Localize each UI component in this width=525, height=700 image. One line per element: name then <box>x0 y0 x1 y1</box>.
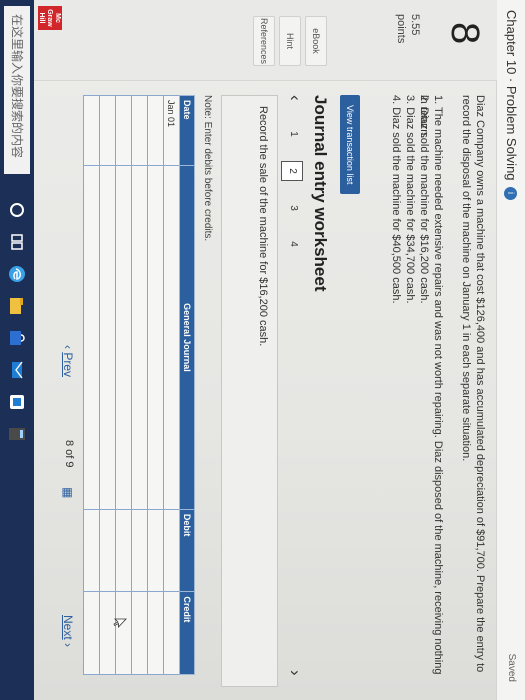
table-row <box>115 95 132 675</box>
mouse-cursor-icon <box>113 618 127 628</box>
question-sidebar: 8 5.55 points eBook Hint References <box>0 0 497 81</box>
debit-cell[interactable] <box>163 509 180 592</box>
table-row <box>131 95 148 675</box>
account-cell[interactable] <box>83 165 100 510</box>
page-indicator: 8 of 9 <box>63 440 75 468</box>
situation-4: 4. Diaz sold the machine for $40,500 cas… <box>390 95 402 304</box>
question-number: 8 <box>443 22 487 45</box>
instruction-box: Record the sale of the machine for $16,2… <box>221 95 278 687</box>
screen: Chapter 10 · Problem Solving i Saved 8 5.… <box>0 0 525 700</box>
chapter-title-text: Chapter 10 · Problem Solving <box>504 10 519 181</box>
date-cell[interactable] <box>99 95 116 166</box>
saved-status: Saved <box>506 653 517 682</box>
date-cell[interactable] <box>115 95 132 166</box>
date-cell[interactable] <box>83 95 100 166</box>
instruction-text: Record the sale of the machine for $16,2… <box>257 106 269 347</box>
credit-cell[interactable] <box>163 591 180 675</box>
mcgraw-hill-logo: Mc Graw Hill <box>38 6 62 30</box>
credit-cell[interactable] <box>115 591 132 675</box>
view-transaction-list-button[interactable]: View transaction list <box>340 95 360 195</box>
date-cell[interactable]: Jan 01 <box>163 95 180 166</box>
debit-cell[interactable] <box>83 509 100 592</box>
account-cell[interactable] <box>131 165 148 510</box>
question-prompt: Diaz Company owns a machine that cost $1… <box>460 95 486 673</box>
entry-tab-2[interactable]: 2 <box>281 161 303 181</box>
windows-taskbar: 在这里输入你要搜索的内容 <box>0 0 34 700</box>
account-cell[interactable] <box>99 165 116 510</box>
next-entry-chevron-icon[interactable]: › <box>285 670 305 676</box>
chapter-title: Chapter 10 · Problem Solving i <box>503 10 519 200</box>
debit-cell[interactable] <box>147 509 164 592</box>
mail-icon[interactable] <box>7 360 27 380</box>
prev-entry-chevron-icon[interactable]: ‹ <box>285 95 305 101</box>
cortana-icon[interactable] <box>7 200 27 220</box>
taskbar-search-input[interactable]: 在这里输入你要搜索的内容 <box>4 6 30 174</box>
credit-cell[interactable] <box>99 591 116 675</box>
col-header-date: Date <box>179 95 195 166</box>
entry-tab-4[interactable]: 4 <box>283 235 303 253</box>
top-bar: Chapter 10 · Problem Solving i Saved <box>496 0 525 700</box>
question-navigation: ‹ Prev 8 of 9 ▦ Next › <box>53 95 75 685</box>
worksheet-pager: ‹ 1 2 3 4 › <box>281 95 305 685</box>
credit-cell[interactable] <box>83 591 100 675</box>
calculator-icon[interactable] <box>7 424 27 444</box>
task-view-icon[interactable] <box>7 232 27 252</box>
account-cell[interactable] <box>163 165 180 510</box>
logo-line-2: Graw <box>46 9 53 27</box>
points-info: 5.55 points <box>394 14 422 43</box>
debit-cell[interactable] <box>131 509 148 592</box>
date-cell[interactable] <box>147 95 164 166</box>
table-row <box>83 95 100 675</box>
points-label: points <box>395 14 407 44</box>
debit-cell[interactable] <box>115 509 132 592</box>
date-cell[interactable] <box>131 95 148 166</box>
credit-cell[interactable] <box>131 591 148 675</box>
table-row <box>147 95 164 675</box>
col-header-credit: Credit <box>179 591 195 675</box>
logo-line-1: Mc <box>54 13 61 23</box>
next-button[interactable]: Next › <box>61 615 75 647</box>
info-icon[interactable]: i <box>503 186 517 200</box>
worksheet-title: Journal entry worksheet <box>311 95 330 292</box>
journal-table: Date General Journal Debit Credit Jan 01 <box>83 95 195 675</box>
next-label: Next <box>61 615 75 640</box>
credit-cell[interactable] <box>147 591 164 675</box>
references-link[interactable]: References <box>253 16 275 66</box>
hint-link[interactable]: Hint <box>279 16 301 66</box>
entry-tab-3[interactable]: 3 <box>283 199 303 217</box>
store-icon[interactable] <box>7 328 27 348</box>
account-cell[interactable] <box>115 165 132 510</box>
edge-browser-icon[interactable] <box>7 264 27 284</box>
situation-2: 2. Diaz sold the machine for $16,200 cas… <box>418 95 430 304</box>
col-header-general-journal: General Journal <box>179 165 195 510</box>
debit-cell[interactable] <box>99 509 116 592</box>
col-header-debit: Debit <box>179 509 195 592</box>
entry-tab-1[interactable]: 1 <box>283 125 303 143</box>
account-cell[interactable] <box>147 165 164 510</box>
app-icon[interactable] <box>7 392 27 412</box>
table-row <box>99 95 116 675</box>
debit-credit-note: Note: Enter debits before credits. <box>202 95 213 242</box>
situation-3: 3. Diaz sold the machine for $34,700 cas… <box>404 95 416 304</box>
table-row: Jan 01 <box>163 95 180 675</box>
file-explorer-icon[interactable] <box>7 296 27 316</box>
prev-label: Prev <box>61 352 75 378</box>
ebook-link[interactable]: eBook <box>305 16 327 66</box>
logo-line-3: Hill <box>38 12 45 24</box>
points-value: 5.55 <box>409 14 421 36</box>
grid-icon[interactable]: ▦ <box>61 487 75 498</box>
prev-button[interactable]: ‹ Prev <box>61 345 75 377</box>
